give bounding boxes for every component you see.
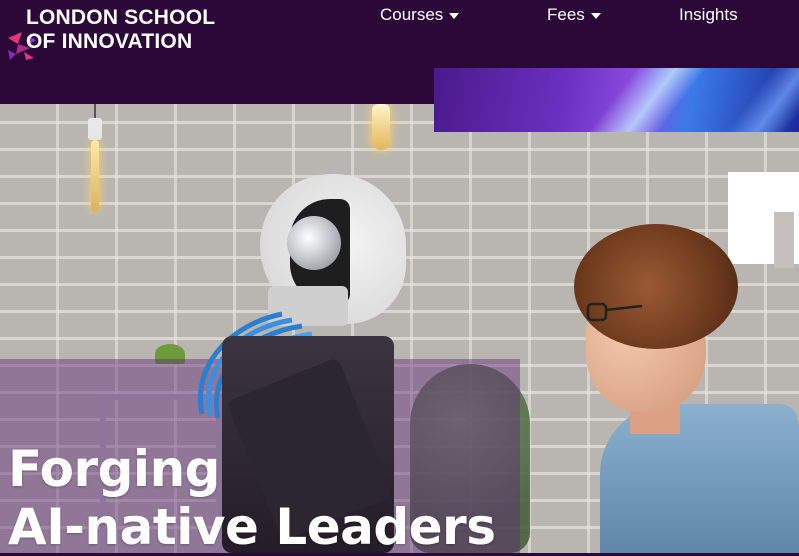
nav-insights[interactable]: Insights [679,4,738,26]
nav-fees-label: Fees [547,5,585,24]
main-nav: Courses Fees Insights [0,4,799,28]
pendant-lamp-left [88,104,102,214]
caret-down-icon [590,13,601,19]
gradient-banner [434,68,799,132]
caret-down-icon [449,13,460,19]
nav-courses-label: Courses [380,5,444,24]
nav-insights-label: Insights [679,5,738,24]
nav-fees[interactable]: Fees [547,4,601,26]
robot-ear [287,216,341,270]
hero-white-graphic [728,172,799,268]
hero-headline-line-1: Forging [8,440,220,498]
logo-line-2: OF INNOVATION [26,30,193,53]
person-hair [574,224,738,349]
glasses-icon [586,302,642,322]
pendant-lamp-right [372,104,390,150]
hero-headline: Forging AI-native Leaders [8,440,496,556]
nav-courses[interactable]: Courses [380,4,460,26]
hero-headline-line-2: AI-native Leaders [8,498,496,556]
